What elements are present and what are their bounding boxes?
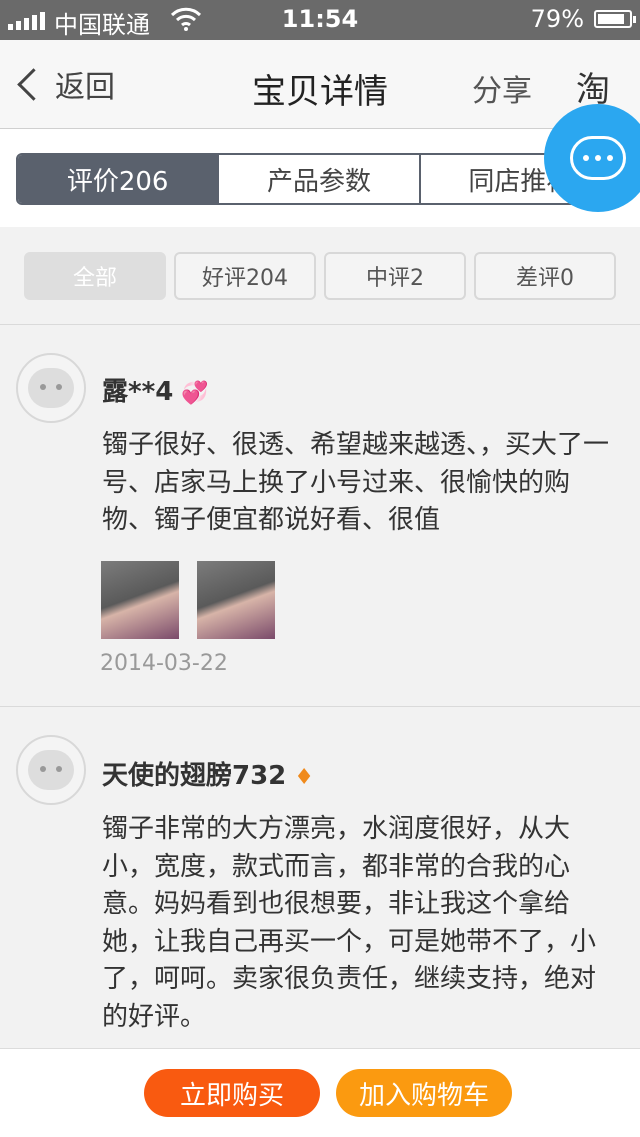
page-title: 宝贝详情	[252, 72, 388, 112]
review-photo[interactable]	[101, 561, 179, 639]
tab-product-params[interactable]: 产品参数	[217, 155, 419, 203]
review-date: 2014-03-22	[100, 651, 228, 676]
buy-now-button[interactable]: 立即购买	[144, 1069, 320, 1117]
review-username: 露**4 💞	[102, 371, 209, 408]
share-button[interactable]: 分享	[472, 66, 532, 110]
review-filters: 全部 好评204 中评2 差评0	[24, 252, 616, 300]
bottom-action-bar: 立即购买 加入购物车	[0, 1048, 640, 1137]
review-item: 天使的翅膀732 ♦ 镯子非常的大方漂亮，水润度很好，从大小，宽度，款式而言，都非…	[0, 707, 640, 1047]
battery-percent: 79%	[530, 5, 584, 33]
chat-bubble-icon	[570, 136, 626, 180]
review-username: 天使的翅膀732 ♦	[102, 755, 314, 792]
filter-neutral[interactable]: 中评2	[324, 252, 466, 300]
battery-icon	[594, 10, 636, 28]
segmented-tabs: 评价206 产品参数 同店推荐	[16, 153, 622, 205]
avatar[interactable]	[16, 735, 86, 805]
username-text: 露**4	[102, 377, 174, 407]
status-bar: 中国联通 11:54 79%	[0, 0, 640, 40]
heart-icon: 💞	[181, 381, 209, 406]
filter-positive[interactable]: 好评204	[174, 252, 316, 300]
tab-reviews[interactable]: 评价206	[18, 155, 218, 203]
review-text: 镯子非常的大方漂亮，水润度很好，从大小，宽度，款式而言，都非常的合我的心意。妈妈…	[102, 814, 597, 1032]
filter-all[interactable]: 全部	[24, 252, 166, 300]
filter-negative[interactable]: 差评0	[474, 252, 616, 300]
username-text: 天使的翅膀732	[102, 761, 287, 791]
tab-bar-container: 评价206 产品参数 同店推荐	[0, 129, 640, 227]
review-text: 镯子很好、很透、希望越来越透、，买大了一号、店家马上换了小号过来、很愉快的购物、…	[102, 430, 610, 535]
review-item: 露**4 💞 镯子很好、很透、希望越来越透、，买大了一号、店家马上换了小号过来、很…	[0, 325, 640, 705]
nav-bar: 返回 宝贝详情 分享 淘	[0, 40, 640, 129]
review-photo[interactable]	[197, 561, 275, 639]
diamond-icon: ♦	[294, 765, 315, 790]
add-to-cart-button[interactable]: 加入购物车	[336, 1069, 512, 1117]
avatar[interactable]	[16, 353, 86, 423]
